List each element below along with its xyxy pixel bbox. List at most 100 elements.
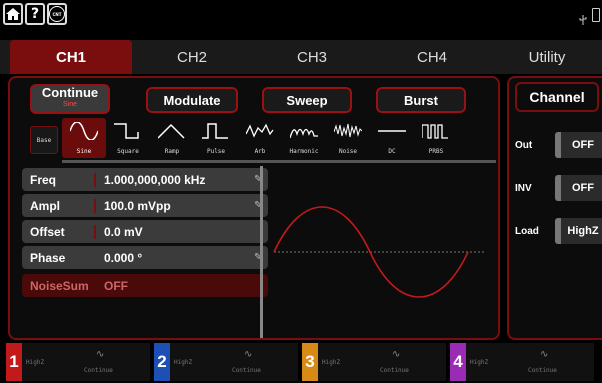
- waveform-prbs-button[interactable]: PRBS: [414, 118, 458, 158]
- sine-label: Sine: [76, 148, 92, 155]
- tab-ch1[interactable]: CH1: [10, 40, 132, 74]
- usb-icon: [579, 10, 587, 25]
- burst-mode-button[interactable]: Burst: [376, 87, 466, 113]
- waveform-pulse-button[interactable]: Pulse: [194, 118, 238, 158]
- param-row-freq[interactable]: Freq 1.000,000,000 kHz ✎: [22, 168, 268, 191]
- square-wave-icon: [114, 123, 139, 139]
- noisesum-label: NoiseSum: [30, 278, 89, 293]
- ch3-mode: Continue: [380, 367, 409, 374]
- continue-sub-label: Sine: [62, 101, 77, 108]
- param-row-noisesum[interactable]: NoiseSum OFF: [22, 274, 268, 297]
- phase-label: Phase: [30, 250, 66, 265]
- ch4-number: 4: [450, 343, 466, 381]
- offset-separator: [94, 224, 96, 239]
- sweep-mode-button[interactable]: Sweep: [262, 87, 352, 113]
- counter-label: CNT: [52, 11, 62, 17]
- ch4-info: HighZ ∿ Continue: [466, 343, 594, 381]
- arb-wave-icon: [246, 123, 274, 138]
- load-value: HighZ: [567, 225, 599, 237]
- status-ch4[interactable]: 4 HighZ ∿ Continue: [448, 342, 595, 382]
- tab-utility[interactable]: Utility: [492, 40, 602, 74]
- waveform-preview: [273, 206, 486, 298]
- ch2-number: 2: [154, 343, 170, 381]
- noisesum-value: OFF: [104, 278, 128, 293]
- waveform-scroll-bar[interactable]: [62, 160, 496, 163]
- load-toggle[interactable]: HighZ: [555, 218, 602, 244]
- ampl-label: Ampl: [30, 198, 60, 213]
- noise-label: Noise: [338, 148, 358, 155]
- main-panel: Continue Sine Modulate Sweep Burst Base …: [8, 76, 500, 340]
- help-icon: ?: [30, 6, 40, 22]
- square-label: Square: [117, 148, 139, 155]
- prbs-label: PRBS: [428, 148, 444, 155]
- inv-row: INV OFF: [515, 175, 602, 201]
- ramp-wave-icon: [158, 123, 185, 139]
- channel-panel: Channel Out OFF INV OFF Load HighZ: [507, 76, 602, 340]
- out-row: Out OFF: [515, 132, 602, 158]
- load-label: Load: [515, 225, 539, 237]
- dc-wave-icon: [378, 130, 406, 132]
- battery-icon: [592, 8, 600, 22]
- ch1-info: HighZ ∿ Continue: [22, 343, 150, 381]
- waveform-square-button[interactable]: Square: [106, 118, 150, 158]
- tab-ch4[interactable]: CH4: [372, 40, 492, 74]
- harmonic-label: Harmonic: [289, 148, 319, 155]
- channel-panel-title: Channel: [515, 82, 599, 112]
- ampl-value: 100.0 mVpp: [104, 198, 171, 213]
- waveform-ramp-button[interactable]: Ramp: [150, 118, 194, 158]
- noisesum-separator: [94, 279, 96, 293]
- waveform-arb-button[interactable]: Arb: [238, 118, 282, 158]
- inv-toggle[interactable]: OFF: [555, 175, 602, 201]
- status-ch1[interactable]: 1 HighZ ∿ Continue: [4, 342, 151, 382]
- param-row-offset[interactable]: Offset 0.0 mV: [22, 220, 268, 243]
- status-bar: 1 HighZ ∿ Continue 2 HighZ ∿ Continue 3 …: [0, 342, 602, 383]
- waveform-harmonic-button[interactable]: Harmonic: [282, 118, 326, 158]
- offset-label: Offset: [30, 224, 65, 239]
- waveform-noise-button[interactable]: Noise: [326, 118, 370, 158]
- status-ch3[interactable]: 3 HighZ ∿ Continue: [300, 342, 447, 382]
- home-button[interactable]: [3, 3, 23, 25]
- inv-label: INV: [515, 182, 532, 194]
- offset-value: 0.0 mV: [104, 224, 143, 239]
- sine-wave-icon: [70, 122, 98, 140]
- prbs-wave-icon: [422, 124, 448, 139]
- noise-wave-icon: [334, 123, 362, 138]
- help-button[interactable]: ?: [25, 3, 45, 25]
- counter-button[interactable]: CNT: [47, 3, 67, 25]
- ch2-mode: Continue: [232, 367, 261, 374]
- ch1-sine-icon: ∿: [96, 349, 105, 360]
- waveform-base-button[interactable]: Base: [30, 126, 58, 154]
- param-row-phase[interactable]: Phase 0.000 ° ✎: [22, 246, 268, 269]
- tab-ch3[interactable]: CH3: [252, 40, 372, 74]
- ch3-number: 3: [302, 343, 318, 381]
- ramp-label: Ramp: [164, 148, 180, 155]
- out-toggle[interactable]: OFF: [555, 132, 602, 158]
- modulate-mode-button[interactable]: Modulate: [146, 87, 238, 113]
- ch2-load: HighZ: [174, 359, 193, 366]
- load-row: Load HighZ: [515, 218, 602, 244]
- ch4-mode: Continue: [528, 367, 557, 374]
- ampl-separator: [94, 198, 96, 213]
- ch3-info: HighZ ∿ Continue: [318, 343, 446, 381]
- counter-icon: CNT: [49, 6, 65, 22]
- ch4-sine-icon: ∿: [540, 349, 549, 360]
- ch1-mode: Continue: [84, 367, 113, 374]
- ch1-number: 1: [6, 343, 22, 381]
- freq-separator: [94, 172, 96, 187]
- harmonic-wave-icon: [290, 128, 318, 139]
- arb-label: Arb: [254, 148, 266, 155]
- out-label: Out: [515, 139, 533, 151]
- waveform-divider: [260, 166, 263, 338]
- status-ch2[interactable]: 2 HighZ ∿ Continue: [152, 342, 299, 382]
- base-label: Base: [36, 136, 52, 144]
- waveform-sine-button[interactable]: Sine: [62, 118, 106, 158]
- home-icon: [6, 8, 20, 20]
- dc-label: DC: [388, 148, 396, 155]
- continue-mode-button[interactable]: Continue Sine: [30, 84, 110, 114]
- tab-ch2[interactable]: CH2: [132, 40, 252, 74]
- param-row-ampl[interactable]: Ampl 100.0 mVpp ✎: [22, 194, 268, 217]
- out-value: OFF: [572, 139, 594, 151]
- waveform-dc-button[interactable]: DC: [370, 118, 414, 158]
- ch2-sine-icon: ∿: [244, 349, 253, 360]
- ch4-load: HighZ: [470, 359, 489, 366]
